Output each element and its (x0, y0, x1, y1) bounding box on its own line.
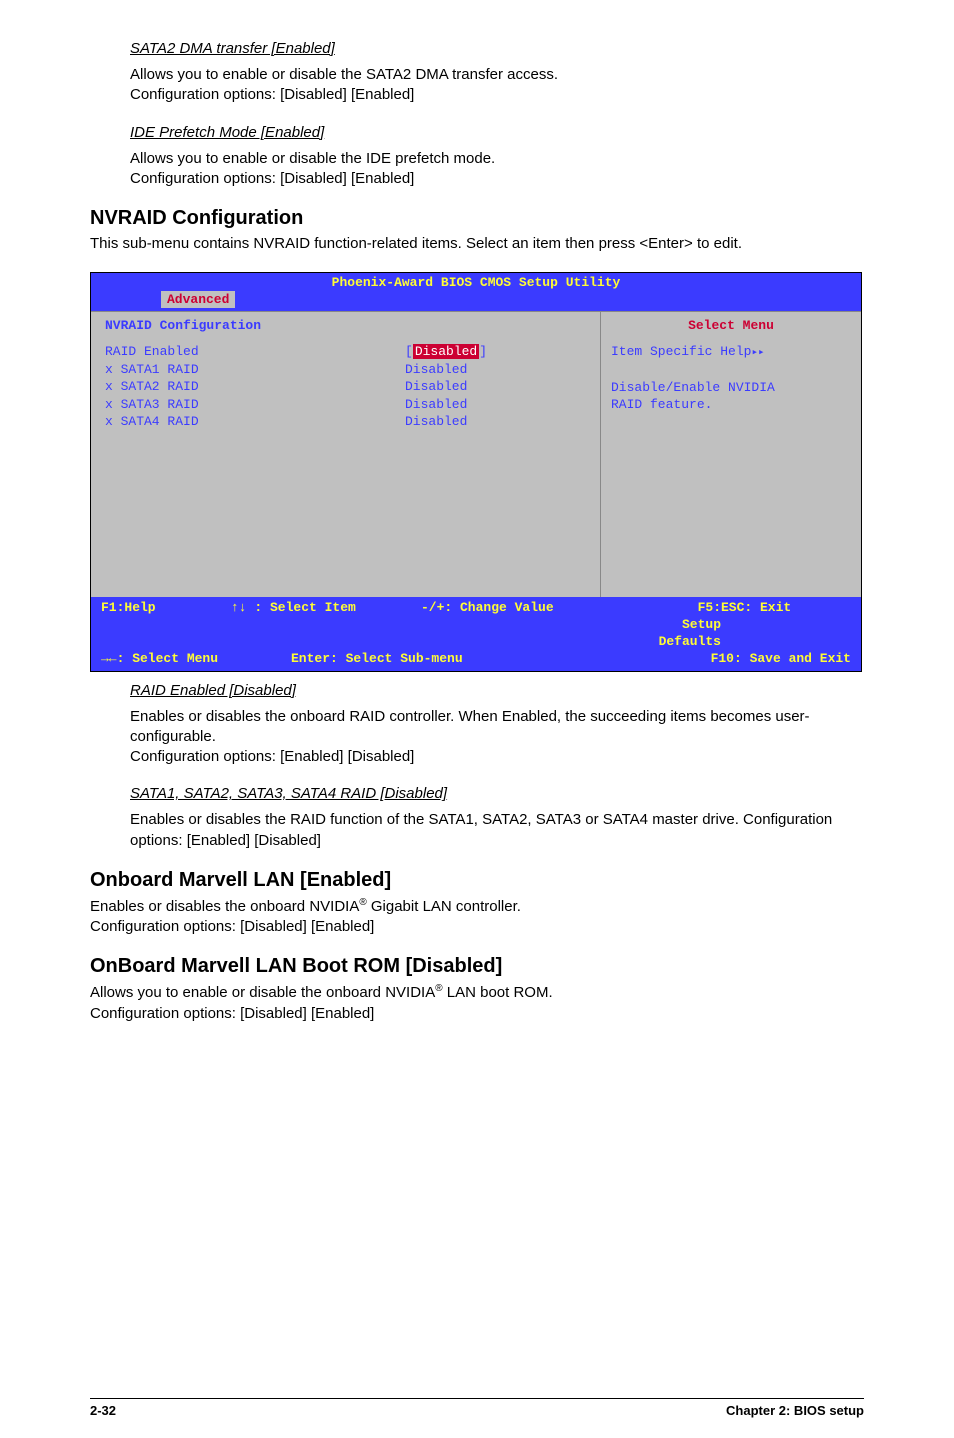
text: LAN boot ROM. (443, 984, 553, 1001)
text: Allows you to enable or disable the IDE … (130, 150, 495, 167)
footer-change-value: -/+: Change Value (421, 600, 651, 651)
raid-enabled-heading: RAID Enabled [Disabled] (90, 682, 864, 699)
page-footer: 2-32 Chapter 2: BIOS setup (90, 1398, 864, 1418)
nvraid-config-heading: NVRAID Configuration (90, 207, 864, 230)
registered-icon: ® (435, 983, 442, 994)
value: Disabled (405, 396, 467, 414)
bios-row-sata4: x SATA4 RAID Disabled (105, 413, 590, 431)
bios-right-panel: Select Menu Item Specific Help Disable/E… (601, 312, 861, 597)
footer-save: F10: Save and Exit (521, 651, 851, 668)
value: Disabled (405, 361, 467, 379)
footer-select-menu: →←: Select Menu (101, 651, 291, 668)
label: x SATA1 RAID (105, 361, 405, 379)
footer-exit: ESC: Exit (721, 600, 851, 651)
value: Disabled (413, 344, 479, 359)
bios-row-sata2: x SATA2 RAID Disabled (105, 378, 590, 396)
marvell-rom-text: Allows you to enable or disable the onbo… (90, 982, 864, 1024)
text: Gigabit LAN controller. (367, 898, 521, 915)
label: x SATA2 RAID (105, 378, 405, 396)
bios-tab-row: Advanced (91, 292, 861, 311)
bios-row-raid-enabled: RAID Enabled [Disabled] (105, 343, 590, 361)
text: Enables or disables the onboard NVIDIA (90, 898, 359, 915)
registered-icon: ® (359, 897, 366, 908)
value: Disabled (405, 413, 467, 431)
chapter-title: Chapter 2: BIOS setup (726, 1403, 864, 1418)
arrow-icon (751, 344, 764, 359)
text: Configuration options: [Disabled] [Enabl… (130, 170, 414, 187)
text: Configuration options: [Disabled] [Enabl… (130, 86, 414, 103)
bios-help-line2: RAID feature. (611, 397, 712, 412)
raid-enabled-text: Enables or disables the onboard RAID con… (90, 707, 864, 768)
bios-help-title: Item Specific Help (611, 344, 751, 359)
sata-raid-heading: SATA1, SATA2, SATA3, SATA4 RAID [Disable… (90, 785, 864, 802)
nvraid-intro: This sub-menu contains NVRAID function-r… (90, 234, 864, 254)
bios-row-sata3: x SATA3 RAID Disabled (105, 396, 590, 414)
label: RAID Enabled (105, 343, 405, 361)
ide-prefetch-heading: IDE Prefetch Mode [Enabled] (90, 124, 864, 141)
marvell-lan-text: Enables or disables the onboard NVIDIA® … (90, 896, 864, 938)
footer-defaults: F5: Setup Defaults (651, 600, 721, 651)
bios-left-panel: NVRAID Configuration RAID Enabled [Disab… (91, 312, 601, 597)
bios-tab-advanced: Advanced (161, 291, 235, 308)
bios-help-line1: Disable/Enable NVIDIA (611, 380, 775, 395)
page-number: 2-32 (90, 1403, 116, 1418)
label: x SATA3 RAID (105, 396, 405, 414)
sata2-dma-text: Allows you to enable or disable the SATA… (90, 65, 864, 106)
footer-submenu: Enter: Select Sub-menu (291, 651, 521, 668)
text: Configuration options: [Disabled] [Enabl… (90, 918, 374, 935)
text: Configuration options: [Enabled] [Disabl… (130, 748, 414, 765)
label: x SATA4 RAID (105, 413, 405, 431)
sata-raid-text: Enables or disables the RAID function of… (90, 810, 864, 851)
bios-select-menu: Select Menu (611, 318, 851, 333)
footer-select-item: ↑↓ : Select Item (231, 600, 421, 651)
bios-config-title: NVRAID Configuration (105, 318, 590, 333)
ide-prefetch-text: Allows you to enable or disable the IDE … (90, 149, 864, 190)
marvell-lan-heading: Onboard Marvell LAN [Enabled] (90, 869, 864, 892)
bios-row-sata1: x SATA1 RAID Disabled (105, 361, 590, 379)
bios-title: Phoenix-Award BIOS CMOS Setup Utility (91, 273, 861, 292)
sata2-dma-heading: SATA2 DMA transfer [Enabled] (90, 40, 864, 57)
text: Allows you to enable or disable the onbo… (90, 984, 435, 1001)
value: Disabled (405, 378, 467, 396)
text: Allows you to enable or disable the SATA… (130, 66, 558, 83)
footer-help: F1:Help (101, 600, 231, 651)
text: Configuration options: [Disabled] [Enabl… (90, 1005, 374, 1022)
bios-footer: F1:Help ↑↓ : Select Item -/+: Change Val… (91, 597, 861, 671)
bios-screenshot: Phoenix-Award BIOS CMOS Setup Utility Ad… (90, 272, 862, 671)
text: Enables or disables the onboard RAID con… (130, 708, 810, 745)
marvell-rom-heading: OnBoard Marvell LAN Boot ROM [Disabled] (90, 955, 864, 978)
